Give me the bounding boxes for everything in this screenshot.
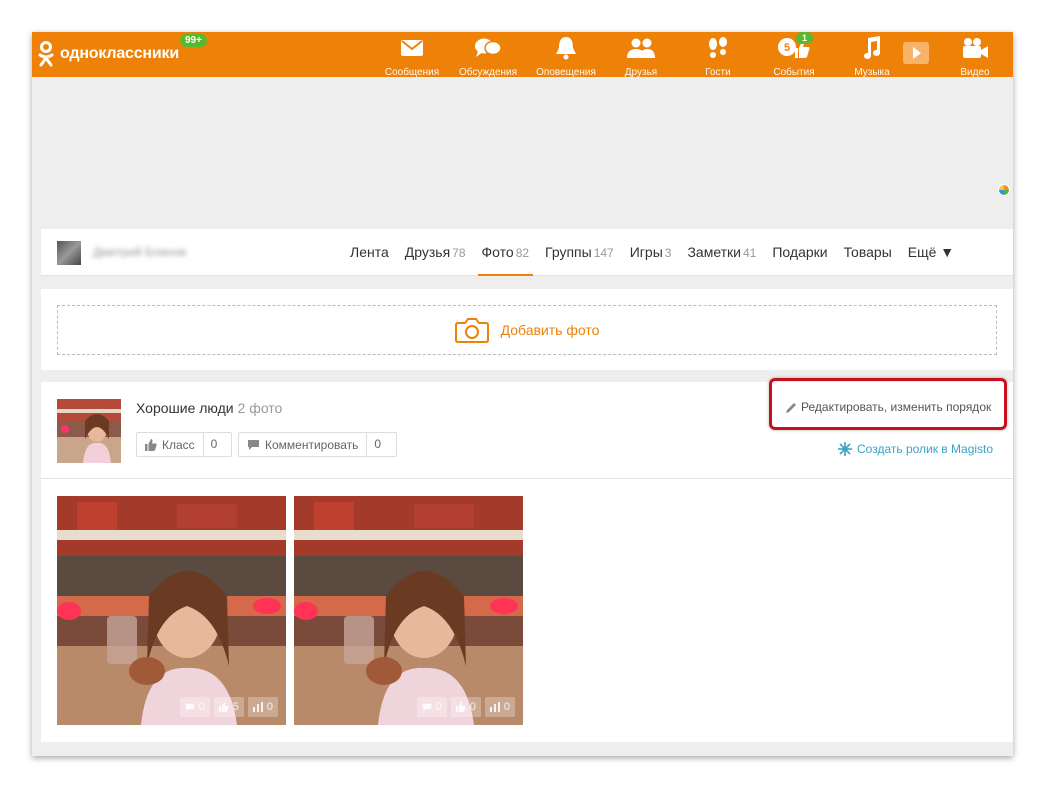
nav-discussions[interactable]: Обсуждения: [448, 36, 528, 78]
profile-navigation: Дмитрий Блинов Лента Друзья 78 Фото 82 Гру…: [41, 229, 1013, 276]
friends-icon: [627, 38, 655, 58]
events-badge: 1: [796, 32, 814, 44]
tab-more[interactable]: Ещё ▼: [908, 229, 954, 276]
magisto-link[interactable]: Создать ролик в Magisto: [838, 442, 993, 456]
album-title[interactable]: Хорошие люди 2 фото: [136, 400, 282, 416]
album-cover[interactable]: [57, 399, 121, 463]
tab-notes[interactable]: Заметки 41: [687, 229, 756, 276]
footprints-icon: [709, 37, 727, 58]
video-play-button[interactable]: [903, 42, 929, 64]
add-photo-panel: Добавить фото: [41, 289, 1013, 370]
comment-button[interactable]: Комментировать 0: [238, 432, 397, 457]
photo-likes[interactable]: 5: [213, 697, 244, 717]
tab-friends[interactable]: Друзья 78: [405, 229, 466, 276]
thumbs-up-icon: [455, 702, 466, 712]
nav-guests[interactable]: Гости: [678, 36, 758, 78]
profile-name[interactable]: Дмитрий Блинов: [93, 245, 186, 259]
cover-banner: [32, 77, 1013, 229]
photo-comments[interactable]: 0: [179, 697, 210, 717]
nav-friends[interactable]: Друзья: [601, 36, 681, 78]
photo-image: [57, 496, 286, 725]
color-picker-icon[interactable]: [998, 184, 1010, 196]
comment-count: 0: [366, 433, 388, 456]
top-navigation-bar: одноклассники 99+ Сообщения Обсуждения О…: [32, 32, 1013, 78]
photo-comments[interactable]: 0: [416, 697, 447, 717]
envelope-icon: [401, 40, 423, 56]
comment-icon: [248, 439, 259, 450]
nav-messages[interactable]: Сообщения: [372, 36, 452, 78]
bell-icon: [556, 37, 576, 60]
edit-order-link[interactable]: Редактировать, изменить порядок: [786, 400, 991, 414]
add-photo-button[interactable]: Добавить фото: [57, 305, 997, 355]
nav-music[interactable]: Музыка: [832, 36, 912, 78]
tab-photos[interactable]: Фото 82: [477, 229, 533, 276]
pencil-icon: [786, 402, 796, 413]
tab-goods[interactable]: Товары: [844, 229, 892, 276]
like-label: Класс: [162, 437, 195, 452]
tab-games[interactable]: Игры 3: [630, 229, 672, 276]
video-camera-icon: [963, 38, 988, 58]
magisto-icon: [838, 442, 852, 456]
comment-label: Комментировать: [265, 437, 359, 452]
album-card: Хорошие люди 2 фото Класс 0 Комментироват…: [41, 378, 1013, 742]
photo-views[interactable]: 0: [247, 697, 278, 717]
logo-text: одноклассники: [60, 45, 179, 62]
profile-tabs: Лента Друзья 78 Фото 82 Группы 147 Игры 3 За…: [350, 229, 970, 276]
avatar[interactable]: [57, 241, 81, 265]
tab-groups[interactable]: Группы 147: [545, 229, 614, 276]
photo-tile[interactable]: 0 0 0: [294, 496, 523, 725]
album-photo-count: 2 фото: [237, 400, 283, 416]
ok-logo-icon: [38, 41, 54, 67]
site-logo[interactable]: одноклассники 99+: [38, 34, 207, 67]
thumbs-up-icon: [218, 702, 229, 712]
comment-icon: [422, 703, 431, 711]
tab-feed[interactable]: Лента: [350, 229, 389, 276]
add-photo-label: Добавить фото: [500, 322, 600, 338]
bar-chart-icon: [489, 702, 500, 712]
thumbs-up-icon: [145, 438, 157, 451]
photo-tile[interactable]: 0 5 0: [57, 496, 286, 725]
music-note-icon: [864, 36, 880, 59]
photo-stats: 0 5 0: [179, 697, 278, 717]
nav-video[interactable]: Видео: [935, 36, 1013, 78]
browser-window: одноклассники 99+ Сообщения Обсуждения О…: [32, 32, 1013, 756]
photo-views[interactable]: 0: [484, 697, 515, 717]
photo-image: [294, 496, 523, 725]
nav-events[interactable]: 5 1 События: [754, 32, 834, 78]
camera-icon: [454, 318, 489, 343]
photo-stats: 0 0 0: [416, 697, 515, 717]
chat-bubbles-icon: [475, 38, 502, 57]
like-button[interactable]: Класс 0: [136, 432, 232, 457]
comment-icon: [185, 703, 194, 711]
bar-chart-icon: [252, 702, 263, 712]
play-icon: [913, 47, 921, 59]
divider: [41, 478, 1013, 479]
tab-gifts[interactable]: Подарки: [772, 229, 827, 276]
svg-text:5: 5: [784, 42, 790, 54]
notifications-badge: 99+: [180, 34, 207, 47]
like-count: 0: [202, 433, 225, 456]
nav-notifications[interactable]: Оповещения: [526, 36, 606, 78]
photo-likes[interactable]: 0: [450, 697, 481, 717]
